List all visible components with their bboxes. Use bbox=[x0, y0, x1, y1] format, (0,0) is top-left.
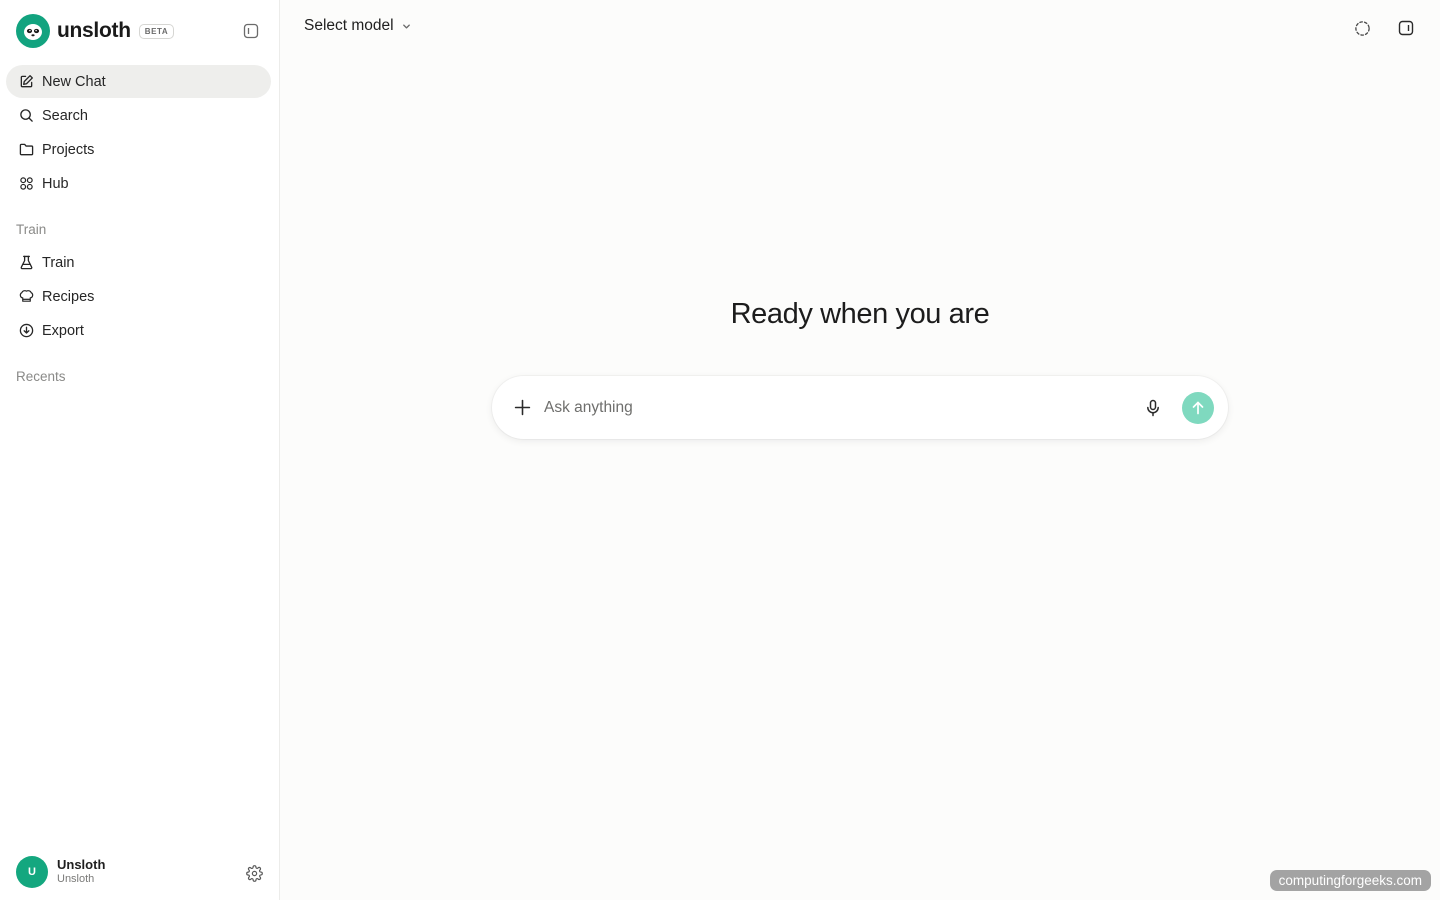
train-nav: Train Recipes Export bbox=[6, 246, 271, 348]
chat-input[interactable] bbox=[544, 398, 1142, 417]
nav-item-train[interactable]: Train bbox=[6, 246, 271, 279]
nav-item-label: Export bbox=[42, 322, 84, 339]
nav-item-label: Hub bbox=[42, 175, 69, 192]
nav-item-label: New Chat bbox=[42, 73, 106, 90]
page-headline: Ready when you are bbox=[730, 298, 990, 330]
folder-icon bbox=[18, 142, 34, 158]
avatar: U bbox=[16, 856, 48, 888]
sidebar: unsloth BETA New Chat Search Projects Hu… bbox=[0, 0, 280, 900]
nav-item-label: Recipes bbox=[42, 288, 95, 305]
nav-item-hub[interactable]: Hub bbox=[6, 167, 271, 200]
section-label-train: Train bbox=[16, 222, 47, 237]
microphone-icon[interactable] bbox=[1142, 397, 1164, 419]
section-label-recents: Recents bbox=[16, 369, 66, 384]
nav-item-label: Search bbox=[42, 107, 88, 124]
attach-plus-icon[interactable] bbox=[511, 397, 533, 419]
user-subtitle: Unsloth bbox=[57, 873, 95, 886]
edit-icon bbox=[18, 74, 34, 90]
app-root: unsloth BETA New Chat Search Projects Hu… bbox=[0, 0, 1440, 900]
chef-hat-icon bbox=[18, 289, 34, 305]
right-panel-toggle-icon[interactable] bbox=[1397, 19, 1415, 37]
nav-item-label: Projects bbox=[42, 141, 95, 158]
settings-gear-icon[interactable] bbox=[245, 864, 263, 882]
search-icon bbox=[18, 108, 34, 124]
chevron-down-icon bbox=[401, 21, 412, 32]
nav-item-projects[interactable]: Projects bbox=[6, 133, 271, 166]
sidebar-toggle-icon[interactable] bbox=[242, 22, 260, 40]
nav-item-recipes[interactable]: Recipes bbox=[6, 280, 271, 313]
user-text: Unsloth Unsloth bbox=[57, 857, 106, 886]
model-selector-label: Select model bbox=[304, 17, 394, 34]
user-profile[interactable]: U Unsloth Unsloth bbox=[16, 856, 105, 888]
beta-badge: BETA bbox=[138, 23, 175, 39]
send-button[interactable] bbox=[1182, 391, 1214, 424]
flask-icon bbox=[18, 255, 34, 271]
brand[interactable]: unsloth BETA bbox=[16, 14, 175, 48]
nav-item-export[interactable]: Export bbox=[6, 314, 271, 347]
nav-item-new-chat[interactable]: New Chat bbox=[6, 65, 271, 98]
brand-name: unsloth bbox=[57, 19, 131, 42]
download-icon bbox=[18, 323, 34, 339]
temporary-chat-icon[interactable] bbox=[1353, 19, 1371, 37]
model-selector[interactable]: Select model bbox=[304, 17, 412, 35]
sloth-logo-icon bbox=[16, 14, 50, 48]
user-name: Unsloth bbox=[57, 857, 106, 873]
arrow-up-icon bbox=[1190, 400, 1206, 416]
watermark: computingforgeeks.com bbox=[1269, 870, 1431, 891]
nav-item-label: Train bbox=[42, 254, 75, 271]
main-area: Select model Ready when you are Ask anyt… bbox=[280, 0, 1440, 900]
grid-icon bbox=[18, 176, 34, 192]
primary-nav: New Chat Search Projects Hub bbox=[6, 65, 271, 201]
chat-composer bbox=[492, 376, 1228, 439]
nav-item-search[interactable]: Search bbox=[6, 99, 271, 132]
